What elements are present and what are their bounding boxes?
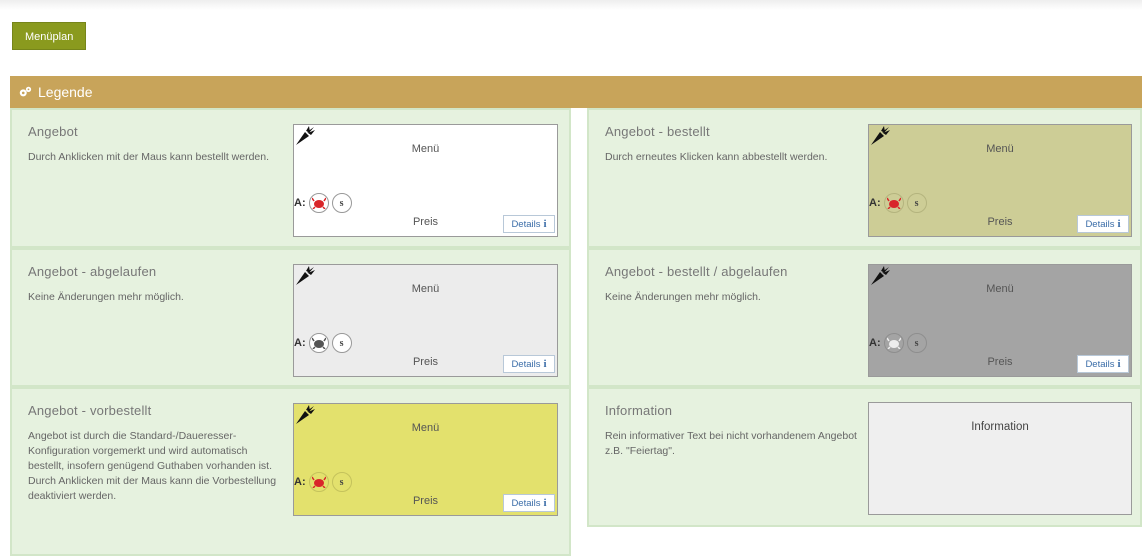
legend-item-information: Information Rein informativer Text bei n…: [587, 387, 1142, 527]
card-a-label: A:: [294, 197, 306, 209]
legend-item-title: Angebot: [28, 124, 78, 139]
legend-title: Legende: [38, 84, 93, 100]
crab-icon: [308, 472, 329, 492]
card-a-label: A:: [294, 476, 306, 488]
details-label: Details: [1085, 218, 1115, 230]
s-badge-icon: s: [906, 193, 927, 213]
details-label: Details: [511, 358, 541, 370]
legend-header: Legende: [10, 76, 1142, 108]
legend-item-abgelaufen: Angebot - abgelaufen Keine Änderungen me…: [10, 248, 571, 387]
card-allergen-row: A: s: [869, 193, 927, 213]
card-menu-label: Menü: [986, 283, 1014, 295]
top-shadow: [0, 0, 1142, 10]
details-label: Details: [511, 218, 541, 230]
details-button[interactable]: Details i: [1077, 355, 1129, 373]
card-allergen-row: A: s: [294, 193, 352, 213]
meal-card-abgelaufen[interactable]: Menü A: s Preis Details i: [293, 264, 558, 377]
card-menu-label: Menü: [411, 143, 440, 155]
card-allergen-row: A: s: [294, 333, 352, 353]
legend-item-title: Information: [605, 403, 673, 418]
info-icon: i: [543, 497, 547, 509]
card-menu-label: Menü: [986, 143, 1014, 155]
meal-card-bestellt[interactable]: Menü A: s Preis Details i: [868, 124, 1132, 237]
s-badge-icon: s: [906, 333, 927, 353]
menuplan-button[interactable]: Menüplan: [12, 22, 87, 50]
info-icon: i: [543, 218, 547, 230]
info-card: Information: [868, 402, 1132, 515]
details-label: Details: [1085, 358, 1115, 370]
legend-item-title: Angebot - bestellt / abgelaufen: [605, 264, 788, 279]
meal-card-bestellt-abgelaufen[interactable]: Menü A: s Preis Details i: [868, 264, 1132, 377]
info-icon: i: [1117, 358, 1121, 370]
s-badge-icon: s: [331, 193, 352, 213]
legend-item-angebot: Angebot Durch Anklicken mit der Maus kan…: [10, 108, 571, 248]
info-card-text: Information: [971, 421, 1029, 433]
details-button[interactable]: Details i: [1077, 215, 1129, 233]
legend-item-description: Durch erneutes Klicken kann abbestellt w…: [605, 151, 828, 163]
card-menu-label: Menü: [411, 283, 440, 295]
crab-icon: [883, 193, 904, 213]
details-button[interactable]: Details i: [503, 355, 555, 373]
info-icon: i: [1117, 218, 1121, 230]
legend-item-bestellt-abgelaufen: Angebot - bestellt / abgelaufen Keine Än…: [587, 248, 1142, 387]
info-icon: i: [543, 358, 547, 370]
legend-item-description: Angebot ist durch die Standard-/Daueress…: [28, 430, 277, 502]
legend-item-description: Keine Änderungen mehr möglich.: [28, 291, 184, 303]
details-button[interactable]: Details i: [503, 494, 555, 512]
card-menu-label: Menü: [411, 422, 440, 434]
card-allergen-row: A: s: [869, 333, 927, 353]
meal-card-vorbestellt[interactable]: Menü A: s Preis Details i: [293, 403, 558, 516]
card-allergen-row: A: s: [294, 472, 352, 492]
s-badge-icon: s: [331, 333, 352, 353]
card-a-label: A:: [869, 197, 881, 209]
legend-item-bestellt: Angebot - bestellt Durch erneutes Klicke…: [587, 108, 1142, 248]
gears-icon: [19, 86, 32, 97]
legend-item-description: Durch Anklicken mit der Maus kann bestel…: [28, 151, 270, 163]
card-a-label: A:: [294, 337, 306, 349]
details-button[interactable]: Details i: [503, 215, 555, 233]
s-badge-icon: s: [331, 472, 352, 492]
legend-item-title: Angebot - bestellt: [605, 124, 710, 139]
crab-icon: [308, 333, 329, 353]
meal-card-angebot[interactable]: Menü A: s Preis Details i: [293, 124, 558, 237]
legend-item-description: Keine Änderungen mehr möglich.: [605, 291, 761, 303]
card-a-label: A:: [869, 337, 881, 349]
legend-item-title: Angebot - abgelaufen: [28, 264, 157, 279]
legend-panel: Legende Angebot Durch Anklicken mit der …: [10, 76, 1142, 556]
crab-icon: [883, 333, 904, 353]
legend-item-title: Angebot - vorbestellt: [28, 403, 152, 418]
details-label: Details: [511, 497, 541, 509]
legend-item-description: Rein informativer Text bei nicht vorhand…: [605, 430, 857, 457]
crab-icon: [308, 193, 329, 213]
legend-item-vorbestellt: Angebot - vorbestellt Angebot ist durch …: [10, 387, 571, 556]
